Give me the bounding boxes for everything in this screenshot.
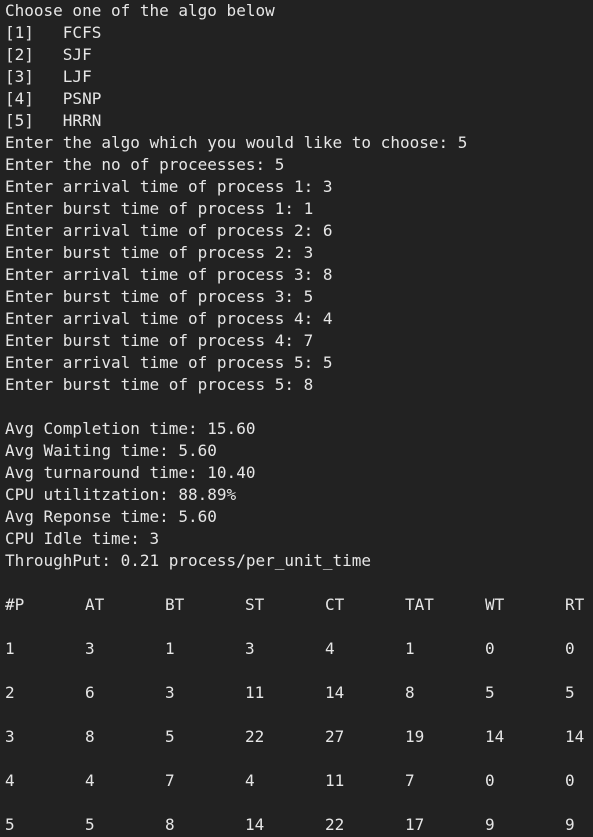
- input-line: Enter burst time of process 4: 7: [5, 331, 314, 350]
- input-line: Enter arrival time of process 1: 3: [5, 177, 333, 196]
- menu-option-sjf: [2] SJF: [5, 45, 92, 64]
- input-line: Enter arrival time of process 2: 6: [5, 221, 333, 240]
- cell-st: 4: [245, 771, 255, 790]
- input-line: Enter burst time of process 1: 1: [5, 199, 314, 218]
- table-header-row: #P AT BT ST CT TAT WT RT: [5, 594, 593, 616]
- header-pid: #P: [5, 595, 25, 614]
- cell-ct: 27: [325, 727, 345, 746]
- table-row: 5 5 8 14 22 17 9 9: [5, 814, 593, 836]
- menu-option-psnp: [4] PSNP: [5, 89, 102, 108]
- stat-cpu-utilization: CPU utilitzation: 88.89%: [5, 485, 237, 504]
- cell-st: 14: [245, 815, 265, 834]
- input-line: Enter burst time of process 5: 8: [5, 375, 314, 394]
- cell-rt: 0: [565, 639, 575, 658]
- cell-ct: 11: [325, 771, 345, 790]
- input-line: Enter the algo which you would like to c…: [5, 133, 468, 152]
- cell-pid: 1: [5, 639, 15, 658]
- cell-st: 3: [245, 639, 255, 658]
- cell-wt: 14: [485, 727, 505, 746]
- input-line: Enter burst time of process 2: 3: [5, 243, 314, 262]
- stat-cpu-idle: CPU Idle time: 3: [5, 529, 160, 548]
- menu-prompt: Choose one of the algo below: [5, 1, 275, 20]
- cell-ct: 4: [325, 639, 335, 658]
- cell-at: 6: [85, 683, 95, 702]
- cell-tat: 17: [405, 815, 425, 834]
- cell-wt: 0: [485, 771, 495, 790]
- cell-pid: 3: [5, 727, 15, 746]
- header-at: AT: [85, 595, 105, 614]
- cell-st: 22: [245, 727, 265, 746]
- stat-throughput: ThroughPut: 0.21 process/per_unit_time: [5, 551, 372, 570]
- cell-tat: 7: [405, 771, 415, 790]
- cell-st: 11: [245, 683, 265, 702]
- cell-ct: 22: [325, 815, 345, 834]
- cell-bt: 1: [165, 639, 175, 658]
- cell-tat: 1: [405, 639, 415, 658]
- cell-rt: 5: [565, 683, 575, 702]
- cell-pid: 4: [5, 771, 15, 790]
- header-rt: RT: [565, 595, 585, 614]
- cell-tat: 8: [405, 683, 415, 702]
- terminal-output: Choose one of the algo below [1] FCFS [2…: [5, 0, 593, 836]
- cell-wt: 5: [485, 683, 495, 702]
- cell-rt: 0: [565, 771, 575, 790]
- cell-at: 3: [85, 639, 95, 658]
- stat-avg-completion: Avg Completion time: 15.60: [5, 419, 256, 438]
- header-ct: CT: [325, 595, 345, 614]
- cell-wt: 9: [485, 815, 495, 834]
- menu-option-fcfs: [1] FCFS: [5, 23, 102, 42]
- input-line: Enter arrival time of process 3: 8: [5, 265, 333, 284]
- menu-option-ljf: [3] LJF: [5, 67, 92, 86]
- cell-tat: 19: [405, 727, 425, 746]
- stat-avg-waiting: Avg Waiting time: 5.60: [5, 441, 217, 460]
- cell-at: 5: [85, 815, 95, 834]
- header-bt: BT: [165, 595, 185, 614]
- input-line: Enter the no of proceesses: 5: [5, 155, 285, 174]
- cell-at: 8: [85, 727, 95, 746]
- cell-ct: 14: [325, 683, 345, 702]
- cell-bt: 5: [165, 727, 175, 746]
- stat-avg-turnaround: Avg turnaround time: 10.40: [5, 463, 256, 482]
- table-row: 3 8 5 22 27 19 14 14: [5, 726, 593, 748]
- cell-pid: 2: [5, 683, 15, 702]
- terminal-window[interactable]: Choose one of the algo below [1] FCFS [2…: [0, 0, 593, 837]
- header-st: ST: [245, 595, 265, 614]
- cell-wt: 0: [485, 639, 495, 658]
- header-wt: WT: [485, 595, 505, 614]
- cell-rt: 14: [565, 727, 585, 746]
- cell-bt: 8: [165, 815, 175, 834]
- input-line: Enter arrival time of process 5: 5: [5, 353, 333, 372]
- cell-bt: 7: [165, 771, 175, 790]
- table-row: 2 6 3 11 14 8 5 5: [5, 682, 593, 704]
- table-row: 1 3 1 3 4 1 0 0: [5, 638, 593, 660]
- menu-option-hrrn: [5] HRRN: [5, 111, 102, 130]
- input-line: Enter burst time of process 3: 5: [5, 287, 314, 306]
- table-row: 4 4 7 4 11 7 0 0: [5, 770, 593, 792]
- cell-pid: 5: [5, 815, 15, 834]
- input-line: Enter arrival time of process 4: 4: [5, 309, 333, 328]
- header-tat: TAT: [405, 595, 434, 614]
- cell-at: 4: [85, 771, 95, 790]
- stat-avg-response: Avg Reponse time: 5.60: [5, 507, 217, 526]
- cell-rt: 9: [565, 815, 575, 834]
- cell-bt: 3: [165, 683, 175, 702]
